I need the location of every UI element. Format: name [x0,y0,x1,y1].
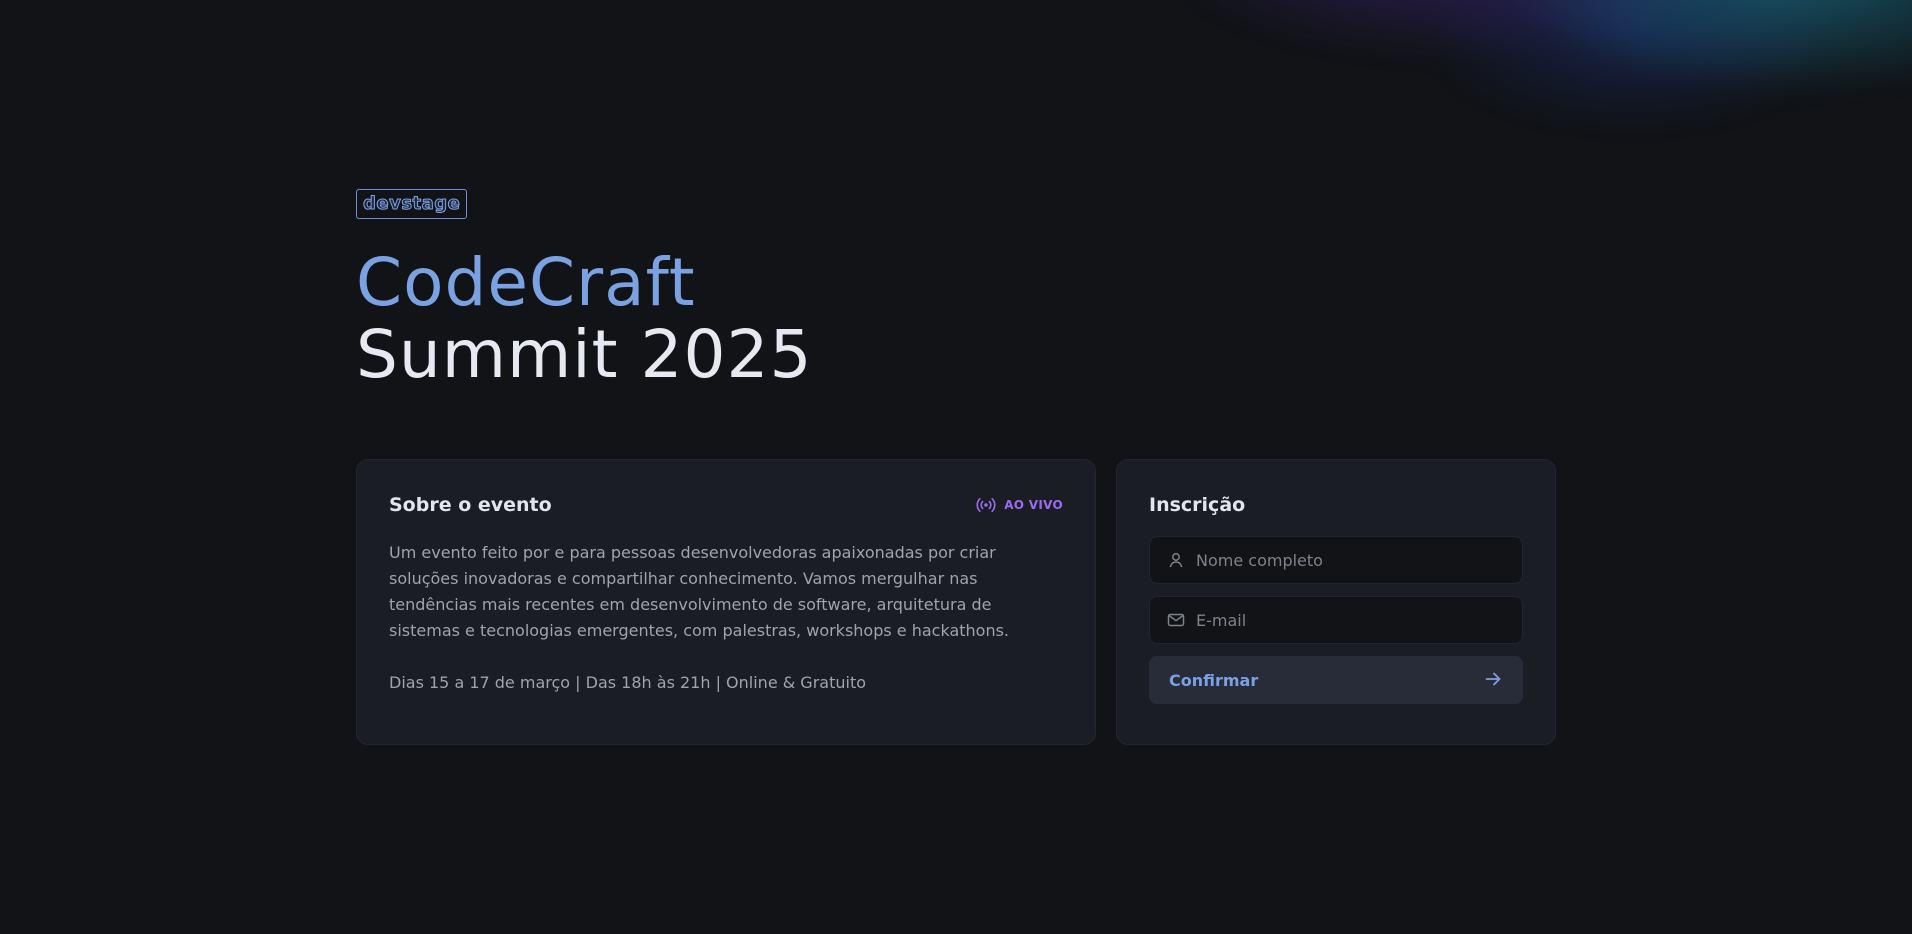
live-label: AO VIVO [1004,498,1063,512]
devstage-logo: devstage [356,189,468,219]
event-details: Dias 15 a 17 de março | Das 18h às 21h |… [389,673,867,692]
signup-card: Inscrição Nome completo E-mail Confirmar [1116,459,1556,745]
about-card: Sobre o evento AO VIVO Um evento feito p… [356,459,1096,745]
confirm-button-label: Confirmar [1169,670,1259,690]
background-glow [1092,0,1912,200]
live-badge: AO VIVO [976,497,1063,513]
main-container: devstage CodeCraft Summit 2025 Sobre o e… [356,189,1556,745]
radio-broadcast-icon [976,497,996,513]
email-input[interactable] [1196,610,1506,630]
name-input[interactable] [1196,550,1506,570]
event-title: CodeCraft Summit 2025 [356,247,1556,391]
name-field[interactable] [1149,536,1523,584]
user-icon [1166,550,1186,570]
about-card-header: Sobre o evento AO VIVO [389,492,1063,518]
signup-card-header: Inscrição [1149,492,1523,518]
event-title-line2: Summit 2025 [356,316,813,393]
mail-icon [1166,610,1186,630]
page: devstage CodeCraft Summit 2025 Sobre o e… [0,0,1912,934]
cards-row: Sobre o evento AO VIVO Um evento feito p… [356,459,1556,745]
confirm-button[interactable]: Confirmar [1149,656,1523,704]
about-description: Um evento feito por e para pessoas desen… [389,543,1010,640]
about-card-title: Sobre o evento [389,494,552,516]
arrow-right-icon [1483,669,1503,692]
email-field[interactable] [1149,596,1523,644]
event-title-line1: CodeCraft [356,244,696,321]
signup-card-title: Inscrição [1149,494,1246,516]
